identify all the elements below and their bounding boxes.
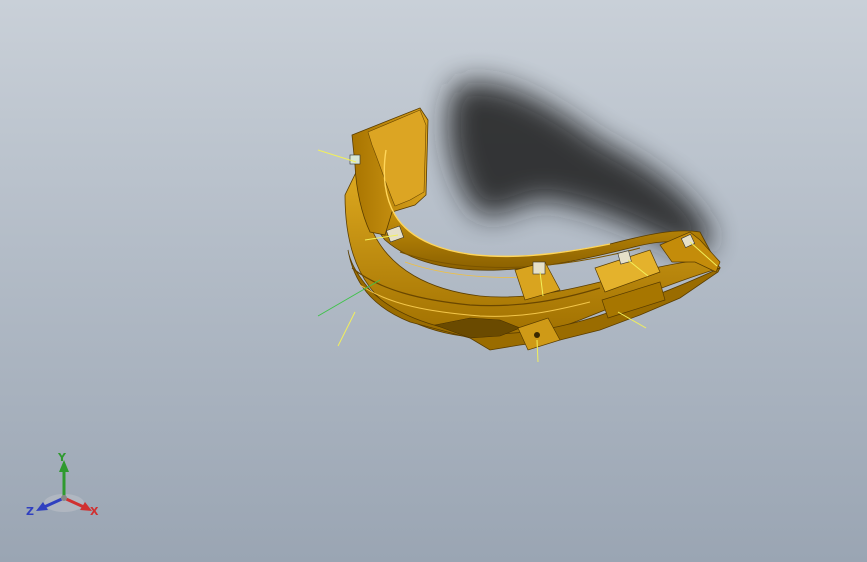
triad-y-label: Y	[58, 451, 66, 464]
ref-line-4	[337, 311, 356, 347]
mount-boss-hole	[534, 332, 540, 338]
triad-x-label: X	[90, 505, 99, 518]
coordinate-triad: Y X Z	[22, 448, 106, 524]
model-scene[interactable]	[0, 0, 867, 562]
clip-tab-5[interactable]	[349, 154, 361, 165]
triad-z-label: Z	[26, 505, 34, 518]
clip-tab-2[interactable]	[532, 261, 546, 275]
cad-graphics-area[interactable]: Y X Z	[0, 0, 867, 562]
part-shadow	[447, 81, 711, 252]
clip-tab-3[interactable]	[617, 250, 632, 265]
ref-line-3	[317, 279, 381, 317]
